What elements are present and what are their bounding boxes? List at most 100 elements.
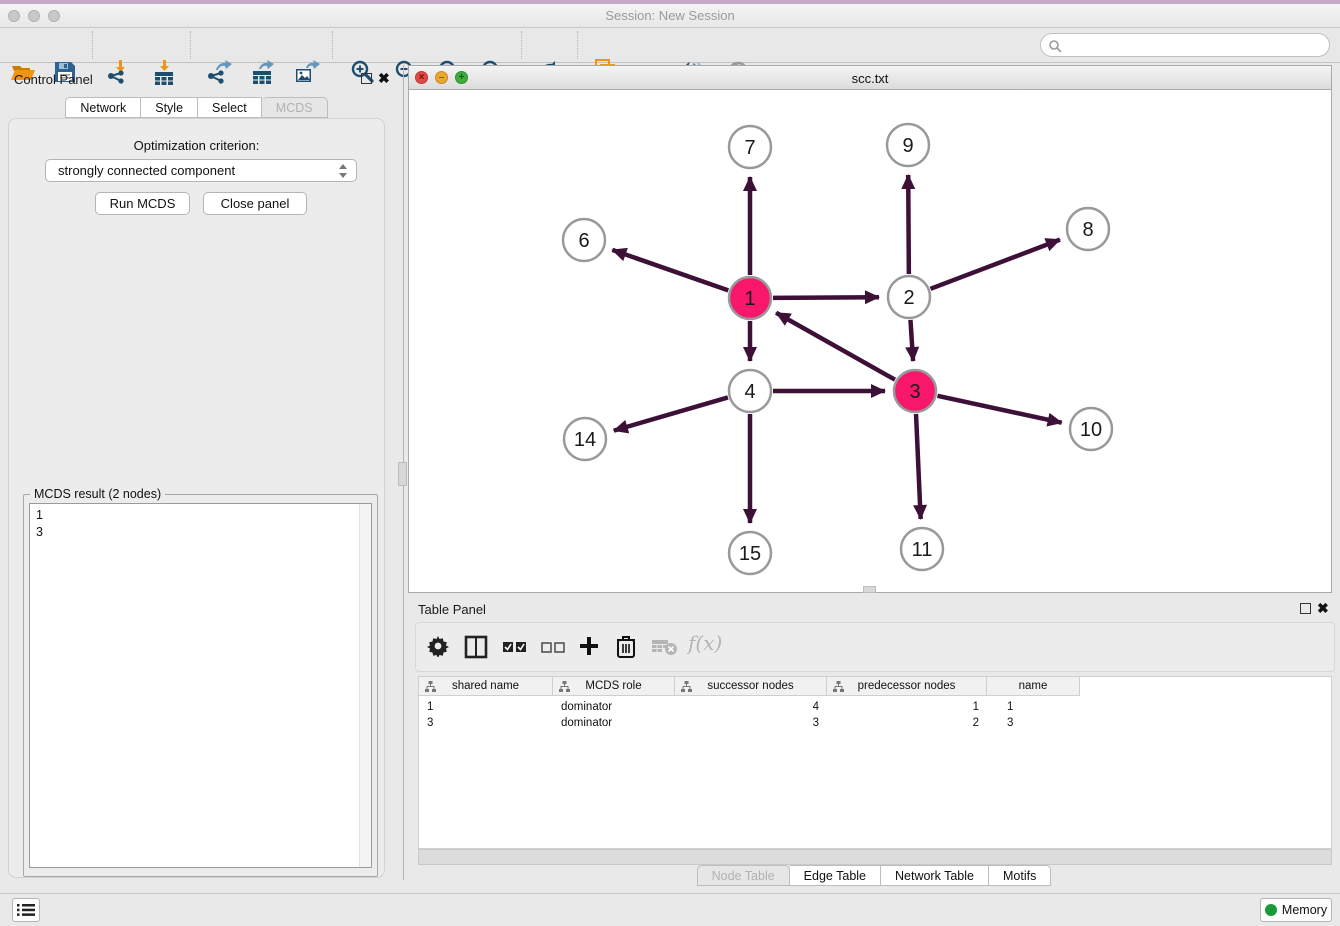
close-panel-button[interactable]: Close panel [203,192,307,215]
optimization-criterion-dropdown[interactable]: strongly connected component [45,159,357,182]
float-panel-icon[interactable] [361,73,372,84]
add-column-icon[interactable] [578,635,600,661]
edge-4-14[interactable] [614,397,728,430]
toolbar-separator [190,31,191,59]
edge-2-9[interactable] [908,175,909,274]
close-panel-icon[interactable]: ✖ [378,70,390,87]
graph-node-15[interactable]: 15 [729,532,771,574]
select-all-icon[interactable] [503,640,527,666]
network-window-title: scc.txt [409,71,1331,86]
tab-node-table[interactable]: Node Table [697,865,790,886]
window-title: Session: New Session [0,8,1340,23]
graph-node-4[interactable]: 4 [729,370,771,412]
list-icon [17,903,35,917]
column-header-predecessor-nodes[interactable]: predecessor nodes [827,677,987,696]
network-view-window: × – + scc.txt 7 9 6 8 1 2 4 3 14 10 15 11 [408,65,1332,593]
optimization-criterion-label: Optimization criterion: [9,138,384,153]
node-label: 8 [1082,219,1093,241]
mcds-result-textarea[interactable]: 13 [29,503,372,868]
node-label: 6 [578,230,589,252]
graph-node-11[interactable]: 11 [901,528,943,570]
tab-network[interactable]: Network [65,97,141,118]
edge-1-2[interactable] [773,297,879,298]
column-header-successor-nodes[interactable]: successor nodes [675,677,827,696]
node-label: 1 [744,288,755,310]
function-builder-icon[interactable]: f(x) [688,631,722,657]
network-canvas[interactable]: 7 9 6 8 1 2 4 3 14 10 15 11 [409,90,1331,592]
panel-splitter-handle[interactable] [398,462,407,486]
search-field[interactable] [1040,33,1330,57]
search-input[interactable] [1067,36,1317,54]
table-cell[interactable]: 3 [675,715,827,731]
node-label: 9 [902,135,913,157]
edge-3-1[interactable] [776,313,895,380]
node-label: 4 [744,381,755,403]
tab-edge-table[interactable]: Edge Table [790,865,881,886]
graph-node-3[interactable]: 3 [894,370,936,412]
node-label: 15 [739,543,761,565]
graph-node-2[interactable]: 2 [888,276,930,318]
table-cell[interactable]: dominator [553,715,675,731]
control-panel-header: Control Panel ✖ [0,65,393,91]
table-cell[interactable]: 2 [827,715,987,731]
table-cell[interactable]: 1 [419,699,553,715]
toolbar-separator [92,31,93,59]
edge-2-3[interactable] [910,320,913,361]
network-graph[interactable]: 7 9 6 8 1 2 4 3 14 10 15 11 [409,90,1331,592]
node-label: 10 [1080,419,1102,441]
table-header-row: shared nameMCDS rolesuccessor nodesprede… [419,677,1331,696]
dropdown-stepper-icon [338,163,348,179]
mcds-result-lines: 13 [36,507,43,541]
table-cell[interactable]: 1 [827,699,987,715]
tab-mcds[interactable]: MCDS [262,97,328,118]
mcds-result-title: MCDS result (2 nodes) [30,487,165,501]
graph-node-14[interactable]: 14 [564,418,606,460]
table-cell[interactable]: 1 [987,699,1080,715]
close-table-panel-icon[interactable]: ✖ [1317,600,1329,617]
delete-table-icon[interactable] [652,638,678,664]
application-window: Session: New Session [0,0,1340,926]
table-cell[interactable]: 3 [419,715,553,731]
column-header-MCDS-role[interactable]: MCDS role [553,677,675,696]
memory-button[interactable]: Memory [1260,898,1332,922]
graph-node-7[interactable]: 7 [729,126,771,168]
table-toolbar: f(x) [415,622,1335,672]
delete-column-icon[interactable] [616,635,636,661]
table-cell[interactable]: 3 [987,715,1080,731]
tab-motifs[interactable]: Motifs [989,865,1051,886]
edge-1-6[interactable] [612,250,728,291]
node-table[interactable]: shared nameMCDS rolesuccessor nodesprede… [418,676,1332,849]
column-header-shared-name[interactable]: shared name [419,677,553,696]
graph-node-9[interactable]: 9 [887,124,929,166]
status-bar: Memory [0,893,1340,926]
network-window-titlebar[interactable]: × – + scc.txt [409,66,1331,90]
table-cell[interactable]: 4 [675,699,827,715]
result-scrollbar[interactable] [359,504,371,867]
edge-2-8[interactable] [931,240,1060,289]
run-mcds-button[interactable]: Run MCDS [95,192,190,215]
graph-node-10[interactable]: 10 [1070,408,1112,450]
column-header-name[interactable]: name [987,677,1080,696]
result-line: 1 [36,507,43,524]
edge-3-11[interactable] [916,414,921,519]
tab-select[interactable]: Select [198,97,262,118]
table-cell[interactable]: dominator [553,699,675,715]
task-history-button[interactable] [12,898,40,922]
tab-style[interactable]: Style [141,97,198,118]
memory-button-label: Memory [1282,903,1327,917]
main-toolbar [0,28,1340,63]
edge-3-10[interactable] [937,396,1061,423]
node-label: 11 [912,539,933,561]
toolbar-separator [521,31,522,59]
column-layout-icon[interactable] [464,635,488,661]
table-panel-title: Table Panel [418,602,486,617]
table-scrollbar-track[interactable] [418,849,1332,865]
float-table-panel-icon[interactable] [1300,603,1311,614]
graph-node-6[interactable]: 6 [563,219,605,261]
deselect-all-icon[interactable] [541,640,565,666]
graph-node-1[interactable]: 1 [729,277,771,319]
tab-network-table[interactable]: Network Table [881,865,989,886]
network-splitter-handle[interactable] [863,586,876,593]
graph-node-8[interactable]: 8 [1067,208,1109,250]
table-settings-icon[interactable] [427,635,449,661]
